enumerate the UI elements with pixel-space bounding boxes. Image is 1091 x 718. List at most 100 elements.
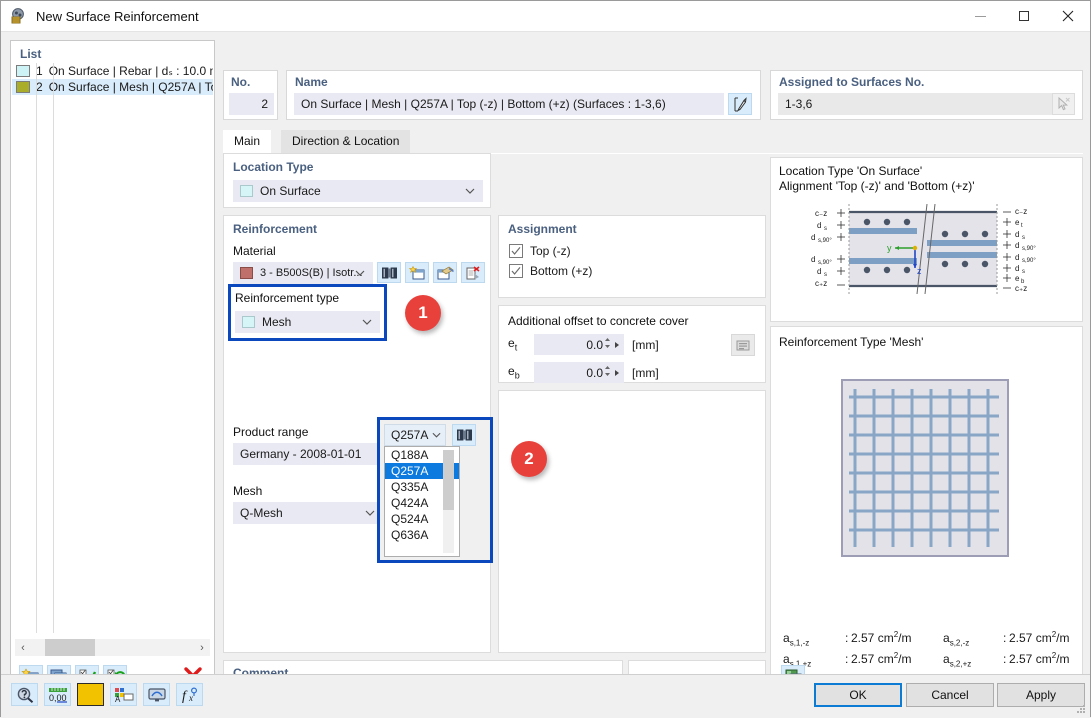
window-controls [958, 1, 1090, 32]
step-badge-2: 2 [511, 441, 547, 477]
edit-name-icon[interactable] [728, 93, 752, 115]
mesh-diagram [841, 379, 1009, 557]
material-value: 3 - B500S(B) | Isotr... [260, 267, 363, 279]
display-properties-icon[interactable]: A [110, 683, 137, 706]
reinforcement-type-combo[interactable]: Mesh [235, 311, 380, 333]
assigned-surfaces-label: Assigned to Surfaces No. [771, 71, 1082, 89]
svg-text:s: s [1022, 235, 1025, 241]
result-value: 2.57 cm2/m [851, 651, 943, 666]
row-text: On Surface | Rebar | dₛ : 10.0 mm [49, 64, 213, 78]
delete-material-icon[interactable] [461, 262, 485, 283]
list-horizontal-scrollbar[interactable]: ‹ › [15, 639, 210, 656]
decimal-places-icon[interactable]: 0,00 [44, 683, 71, 706]
svg-text:s: s [824, 272, 827, 278]
footer-bar: 0,00 A [1, 674, 1090, 718]
location-type-combo[interactable]: On Surface [233, 180, 483, 202]
title-bar: New Surface Reinforcement [1, 1, 1090, 32]
apply-button[interactable]: Apply [997, 683, 1085, 707]
row-number: 1 [36, 64, 43, 78]
chevron-down-icon [365, 510, 375, 516]
offset-top-label: et [508, 336, 534, 352]
info-title-line1: Location Type 'On Surface' [771, 158, 1082, 179]
assignment-label: Assignment [499, 216, 765, 236]
edit-material-icon[interactable] [433, 262, 457, 283]
material-library-icon[interactable] [377, 262, 401, 283]
highlight-mesh-size: Q257A Q188A Q257A [377, 417, 493, 563]
color-swatch-icon[interactable] [77, 683, 104, 706]
svg-text:y: y [887, 243, 892, 253]
cancel-button[interactable]: Cancel [906, 683, 994, 707]
row-color-swatch [16, 65, 30, 77]
reinforcement-results: as,1,-z : 2.57 cm2/m as,2,-z : 2.57 cm2/… [783, 630, 1091, 669]
svg-text:d: d [1015, 253, 1019, 262]
svg-text:c₊z: c₊z [815, 279, 827, 288]
offset-label: Additional offset to concrete cover [508, 314, 689, 328]
maximize-button[interactable] [1002, 1, 1046, 32]
checkbox-box [509, 264, 523, 278]
svg-text:d: d [817, 267, 821, 276]
dropdown-scroll-thumb[interactable] [443, 450, 454, 510]
offset-top-field[interactable]: 0.0 [534, 334, 624, 355]
material-combo[interactable]: 3 - B500S(B) | Isotr... [233, 262, 373, 284]
spinner-more-icon[interactable] [614, 366, 620, 380]
scroll-right-arrow[interactable]: › [194, 642, 210, 654]
mesh-size-combo[interactable]: Q257A [384, 424, 446, 446]
formula-icon[interactable]: f x [176, 683, 203, 706]
offset-card: Additional offset to concrete cover et 0… [498, 305, 766, 383]
svg-text:d: d [811, 233, 815, 242]
ok-button[interactable]: OK [814, 683, 902, 707]
svg-text:c₊z: c₊z [1015, 284, 1027, 293]
svg-text:s,90°: s,90° [818, 238, 832, 244]
name-group: Name On Surface | Mesh | Q257A | Top (-z… [286, 70, 761, 120]
list-title: List [11, 41, 214, 64]
list-divider-1 [36, 63, 37, 633]
number-field[interactable]: 2 [229, 93, 274, 115]
offset-table-icon[interactable] [731, 334, 755, 356]
pick-surfaces-icon[interactable] [1052, 93, 1075, 115]
row-color-swatch [16, 81, 30, 93]
checkbox-box [509, 244, 523, 258]
material-label: Material [233, 244, 276, 258]
svg-text:d: d [1015, 264, 1019, 273]
svg-text:s,90°: s,90° [1022, 258, 1036, 264]
checkbox-label: Top (-z) [530, 244, 571, 258]
offset-bottom-field[interactable]: 0.0 [534, 362, 624, 383]
chevron-down-icon [355, 270, 365, 276]
location-type-label: Location Type [224, 154, 490, 174]
highlight-reinforcement-type: Reinforcement type Mesh [228, 284, 387, 341]
checkbox-top[interactable]: Top (-z) [509, 244, 592, 258]
chevron-down-icon [465, 188, 475, 194]
window-title: New Surface Reinforcement [36, 9, 199, 24]
assigned-surfaces-field[interactable]: 1-3,6 [778, 93, 1056, 115]
result-label: as,1,-z [783, 631, 845, 647]
tab-main[interactable]: Main [223, 130, 271, 153]
new-material-icon[interactable] [405, 262, 429, 283]
tab-direction-location[interactable]: Direction & Location [281, 130, 410, 153]
list-item[interactable]: 2 On Surface | Mesh | Q257A | Top [12, 79, 213, 95]
scroll-left-arrow[interactable]: ‹ [15, 642, 31, 654]
mesh-type-combo[interactable]: Q-Mesh [233, 502, 383, 524]
close-button[interactable] [1046, 1, 1090, 32]
list-item[interactable]: 1 On Surface | Rebar | dₛ : 10.0 mm [12, 63, 213, 79]
scroll-thumb[interactable] [45, 639, 95, 656]
checkbox-bottom[interactable]: Bottom (+z) [509, 264, 592, 278]
name-field[interactable]: On Surface | Mesh | Q257A | Top (-z) | B… [294, 93, 724, 115]
help-search-icon[interactable] [11, 683, 38, 706]
svg-text:s,90°: s,90° [1022, 246, 1036, 252]
number-group: No. 2 [223, 70, 278, 120]
dropdown-scrollbar[interactable] [443, 450, 454, 553]
list-panel: List 1 On Surface | Rebar | dₛ : 10.0 mm… [10, 40, 215, 697]
row-number: 2 [36, 80, 43, 94]
minimize-button[interactable] [958, 1, 1002, 32]
spinner-arrows[interactable] [604, 337, 611, 349]
spinner-more-icon[interactable] [614, 338, 620, 352]
resize-grip[interactable] [1076, 705, 1086, 715]
mesh-size-value: Q257A [391, 428, 428, 442]
scroll-track[interactable] [31, 639, 194, 656]
chevron-down-icon [362, 319, 372, 325]
view-settings-icon[interactable] [143, 683, 170, 706]
svg-text:f: f [182, 689, 188, 704]
spinner-arrows[interactable] [604, 365, 611, 377]
mesh-library-icon[interactable] [452, 424, 476, 446]
info-title-line2: Alignment 'Top (-z)' and 'Bottom (+z)' [771, 179, 1082, 194]
